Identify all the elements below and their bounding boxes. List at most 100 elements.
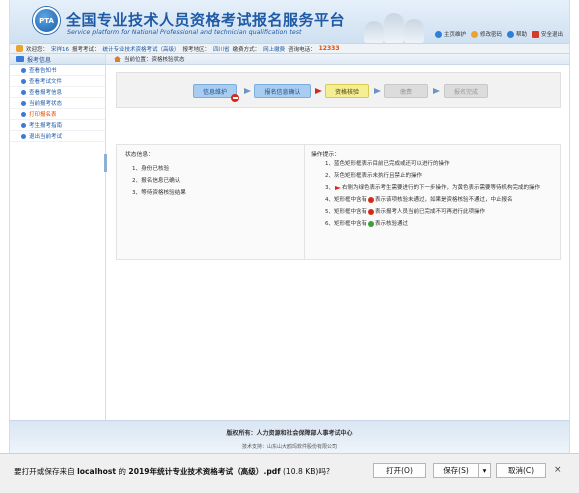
sidebar-item-notice[interactable]: 查看告知书 <box>10 65 105 76</box>
failed-icon <box>231 94 239 102</box>
save-options-dropdown[interactable]: ▾ <box>478 463 491 478</box>
status-item: 2、报名信息已确认 <box>132 178 181 184</box>
site-header: PTA 全国专业技术人员资格考试报名服务平台 Service platform … <box>10 0 569 43</box>
failed-icon <box>368 197 375 203</box>
hint-text: 矩形框中含有 <box>334 197 368 203</box>
step-label: 资格核验 <box>334 88 359 96</box>
payment-mode-label: 缴费方式： <box>232 46 261 53</box>
exam-value: 统计专业技术资格考试（高级） <box>102 46 180 53</box>
download-middle: 的 <box>116 467 129 476</box>
step-label: 信息维护 <box>202 88 227 96</box>
sidebar-item-current-status[interactable]: 当前报考状态 <box>10 98 105 109</box>
sidebar-item-label: 查看报考信息 <box>29 90 63 96</box>
hint-item: 5、 矩形框中含有 表示报考人员当前已完成不可再进行此项操作 <box>325 209 554 216</box>
status-panel: 状态信息： 1、身份已核验 2、报名信息已确认 3、等待资格核验结果 <box>117 145 305 259</box>
hint-text: 右侧为绿色表示考生需要进行的下一步操作，为黄色表示需要等待机构完成的操作 <box>342 185 541 191</box>
change-password-label: 修改密码 <box>479 32 502 38</box>
sidebar-item-print-form[interactable]: 打印报名表 <box>10 109 105 120</box>
red-arrow-icon <box>335 186 341 190</box>
sidebar-item-exit-exam[interactable]: 退出当前考试 <box>10 131 105 142</box>
footer-copyright: 版权所有：人力资源和社会保障部人事考试中心 <box>226 430 353 437</box>
step-qualification-check: 资格核验 <box>325 84 369 98</box>
download-filename: 2019年统计专业技术资格考试（高级）.pdf <box>128 467 281 476</box>
step-confirm-info[interactable]: 报名信息确认 <box>254 84 311 98</box>
hint-num: 6、 <box>325 221 334 227</box>
bullet-icon <box>21 133 26 139</box>
hint-num: 2、 <box>325 173 334 179</box>
user-icon <box>16 45 23 52</box>
save-button[interactable]: 保存(S) <box>433 463 479 478</box>
next-step-arrow-icon <box>315 88 322 94</box>
logout-link[interactable]: 安全退出 <box>531 30 563 38</box>
progress-steps: 信息维护 报名信息确认 资格核验 缴费 报名完成 <box>116 72 561 108</box>
home-link[interactable]: 主页维护 <box>434 30 466 38</box>
hint-item: 6、 矩形框中含有 表示核验通过 <box>325 221 554 228</box>
arrow-right-icon <box>433 88 440 94</box>
info-panels: 状态信息： 1、身份已核验 2、报名信息已确认 3、等待资格核验结果 操作提示：… <box>116 144 561 260</box>
hint-item: 1、 蓝色矩形框表示目前已完成或还可以进行的操作 <box>325 161 554 168</box>
hint-text: 表示报考人员当前已完成不可再进行此项操作 <box>375 209 486 215</box>
hint-panel: 操作提示： 1、 蓝色矩形框表示目前已完成或还可以进行的操作 2、 灰色矩形框表示未… <box>305 145 560 259</box>
sidebar-title: 报考信息 <box>27 56 52 64</box>
bullet-icon <box>21 67 26 73</box>
main-content: 当前位置：资格核验状态 信息维护 报名信息确认 资格核验 缴费 报名完成 状态信… <box>106 54 569 420</box>
failed-icon <box>368 209 375 215</box>
download-host: localhost <box>77 467 116 476</box>
hint-text: 矩形框中含有 <box>334 221 368 227</box>
step-label: 缴费 <box>399 88 412 96</box>
status-title: 状态信息： <box>125 152 154 158</box>
help-link[interactable]: 帮助 <box>506 30 527 38</box>
site-footer: 版权所有：人力资源和社会保障部人事考试中心 技术支持：山东山大鸥玛软件股份有限公… <box>10 420 569 453</box>
bullet-icon <box>21 89 26 95</box>
phone-label: 咨询电话： <box>288 46 316 53</box>
person-silhouette <box>384 13 404 43</box>
open-button[interactable]: 打开(O) <box>373 463 426 478</box>
close-icon[interactable]: × <box>554 465 562 475</box>
sidebar-item-exam-docs[interactable]: 查看考试文件 <box>10 76 105 87</box>
sidebar-item-registration-info[interactable]: 查看报考信息 <box>10 87 105 98</box>
hint-text: 表示核验通过 <box>375 221 409 227</box>
person-icon <box>470 30 478 38</box>
download-notification-bar: 要打开或保存来自 localhost 的 2019年统计专业技术资格考试（高级）… <box>0 453 579 493</box>
help-icon <box>506 30 514 38</box>
hint-text: 表示该项核验未通过，如果是资格核验不通过，中止报名 <box>375 197 513 203</box>
change-password-link[interactable]: 修改密码 <box>470 30 502 38</box>
sidebar-item-guide[interactable]: 考生报考指南 <box>10 120 105 131</box>
site-title: 全国专业技术人员资格考试报名服务平台 <box>66 11 346 29</box>
hint-text: 灰色矩形框表示未执行且禁止的操作 <box>334 173 423 179</box>
cancel-button[interactable]: 取消(C) <box>496 463 546 478</box>
site-subtitle: Service platform for National Profession… <box>67 29 302 36</box>
hint-num: 4、 <box>325 197 334 203</box>
step-payment: 缴费 <box>384 84 428 98</box>
bullet-icon <box>21 122 26 128</box>
hint-item: 3、 右侧为绿色表示考生需要进行的下一步操作，为黄色表示需要等待机构完成的操作 <box>311 185 554 192</box>
sidebar-item-label: 查看告知书 <box>29 68 57 74</box>
sidebar-item-label: 打印报名表 <box>29 112 57 118</box>
welcome-label: 欢迎您： <box>26 46 49 53</box>
download-message: 要打开或保存来自 localhost 的 2019年统计专业技术资格考试（高级）… <box>14 466 330 477</box>
bullet-icon <box>21 78 26 84</box>
bullet-icon <box>21 111 26 117</box>
arrow-right-icon <box>374 88 381 94</box>
help-label: 帮助 <box>515 32 527 38</box>
user-name: 宋祥16 <box>51 46 70 53</box>
step-label: 报名完成 <box>453 88 478 96</box>
home-icon <box>114 56 121 62</box>
status-item: 3、等待资格核验结果 <box>132 190 186 196</box>
home-icon <box>434 30 442 38</box>
sidebar-item-label: 当前报考状态 <box>29 101 63 107</box>
download-size: (10.8 KB)吗? <box>280 467 331 476</box>
hint-num: 5、 <box>325 209 334 215</box>
sidebar: 报考信息 查看告知书 查看考试文件 查看报考信息 当前报考状态 打印报名表 考生… <box>10 54 107 420</box>
footer-support: 技术支持：山东山大鸥玛软件股份有限公司 <box>241 444 337 450</box>
status-item: 1、身份已核验 <box>132 166 170 172</box>
area-value: 四川省 <box>213 46 230 53</box>
browser-page: PTA 全国专业技术人员资格考试报名服务平台 Service platform … <box>9 0 570 453</box>
breadcrumb-text: 当前位置：资格核验状态 <box>124 57 185 63</box>
phone-value: 12333 <box>318 45 340 52</box>
sidebar-item-label: 查看考试文件 <box>29 79 63 85</box>
sidebar-item-label: 退出当前考试 <box>29 134 63 140</box>
logo-text: PTA <box>39 17 54 25</box>
hint-text: 蓝色矩形框表示目前已完成或还可以进行的操作 <box>334 161 450 167</box>
sidebar-item-label: 考生报考指南 <box>29 123 63 129</box>
